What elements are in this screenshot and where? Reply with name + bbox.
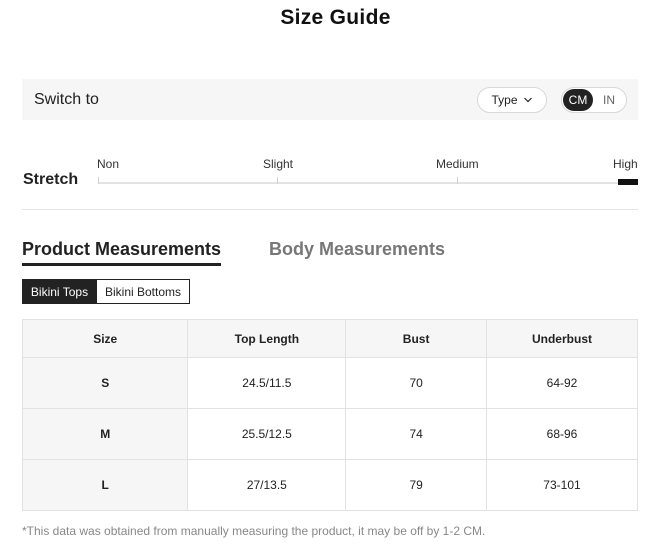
page-title: Size Guide	[280, 6, 391, 29]
table-cell: 74	[345, 408, 487, 460]
type-dropdown-button[interactable]: Type	[477, 87, 547, 113]
stretch-scale-track	[98, 182, 638, 184]
table-row: M 25.5/12.5 74 68-96	[21, 408, 639, 460]
table-header-cell: Bust	[345, 319, 487, 358]
stretch-option-slight: Slight	[263, 157, 294, 171]
table-cell: 70	[345, 357, 487, 409]
category-bikini-tops-button[interactable]: Bikini Tops	[22, 279, 97, 304]
table-header-cell: Size	[21, 319, 189, 358]
measurement-note: *This data was obtained from manually me…	[22, 524, 486, 538]
table-header-row: Size Top Length Bust Underbust	[21, 319, 639, 358]
table-cell: 27/13.5	[187, 459, 347, 511]
unit-toggle: CM IN	[561, 87, 627, 113]
tab-body-measurements[interactable]: Body Measurements	[269, 239, 445, 260]
stretch-option-non: Non	[97, 157, 120, 171]
unit-in-button[interactable]: IN	[593, 89, 625, 111]
table-cell: 25.5/12.5	[187, 408, 347, 460]
table-cell: 64-92	[485, 357, 639, 409]
tab-product-measurements[interactable]: Product Measurements	[22, 239, 222, 266]
table-cell: 73-101	[485, 459, 639, 511]
table-row: S 24.5/11.5 70 64-92	[21, 357, 639, 409]
stretch-tick	[457, 177, 458, 184]
switch-label: Switch to	[34, 91, 99, 108]
table-header-cell: Top Length	[187, 319, 347, 358]
type-dropdown-label: Type	[491, 93, 518, 107]
stretch-tick	[98, 177, 99, 184]
table-header-cell: Underbust	[485, 319, 639, 358]
category-bikini-bottoms-button[interactable]: Bikini Bottoms	[96, 279, 190, 304]
divider	[22, 209, 638, 210]
stretch-selected-marker	[618, 179, 638, 185]
table-row: L 27/13.5 79 73-101	[21, 459, 639, 511]
size-table: Size Top Length Bust Underbust S 24.5/11…	[21, 319, 639, 511]
stretch-tick	[277, 177, 278, 184]
chevron-down-icon	[523, 97, 532, 103]
table-cell-size: M	[21, 408, 189, 460]
unit-cm-button[interactable]: CM	[563, 89, 593, 111]
table-cell: 68-96	[485, 408, 639, 460]
table-cell: 79	[345, 459, 487, 511]
stretch-label: Stretch	[23, 171, 79, 188]
stretch-option-medium: Medium	[436, 157, 479, 171]
stretch-option-high: High	[613, 157, 638, 171]
switch-bar: Switch to Type CM IN	[22, 79, 638, 120]
table-cell-size: L	[21, 459, 189, 511]
table-cell-size: S	[21, 357, 189, 409]
table-cell: 24.5/11.5	[187, 357, 347, 409]
